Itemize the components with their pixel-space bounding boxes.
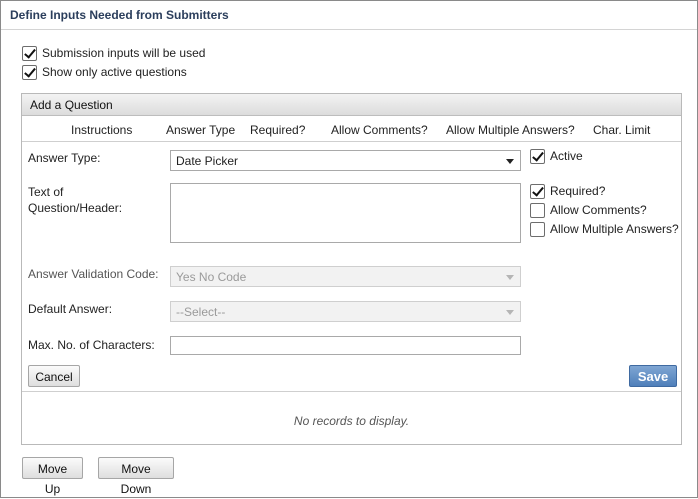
default-answer-select: --Select-- — [170, 301, 521, 322]
show-active-checkbox[interactable] — [22, 65, 37, 80]
default-answer-value: --Select-- — [176, 305, 226, 319]
active-checkbox[interactable] — [530, 149, 545, 164]
panel-header: Add a Question — [22, 94, 681, 116]
define-inputs-window: Define Inputs Needed from Submitters Sub… — [0, 0, 698, 498]
question-text-label: Text of Question/Header: — [28, 184, 122, 216]
answer-type-value: Date Picker — [176, 154, 239, 168]
column-char-limit[interactable]: Char. Limit — [593, 123, 650, 137]
submission-inputs-checkbox[interactable] — [22, 46, 37, 61]
chevron-down-icon — [506, 310, 514, 315]
answer-type-select[interactable]: Date Picker — [170, 150, 521, 171]
validation-code-label: Answer Validation Code: — [28, 267, 159, 281]
add-question-panel: Add a Question Instructions Answer Type … — [21, 93, 682, 445]
validation-code-value: Yes No Code — [176, 270, 247, 284]
submission-inputs-label: Submission inputs will be used — [42, 46, 206, 60]
question-text-label-line2: Question/Header: — [28, 201, 123, 215]
default-answer-label: Default Answer: — [28, 302, 113, 316]
column-answer-type[interactable]: Answer Type — [166, 123, 235, 137]
move-up-button[interactable]: Move Up — [22, 457, 83, 496]
column-instructions[interactable]: Instructions — [71, 123, 132, 137]
cancel-button[interactable]: Cancel — [28, 365, 80, 387]
panel-header-title: Add a Question — [30, 98, 113, 112]
column-allow-multiple[interactable]: Allow Multiple Answers? — [446, 123, 575, 137]
column-allow-comments[interactable]: Allow Comments? — [331, 123, 428, 137]
allow-comments-label: Allow Comments? — [550, 203, 647, 217]
records-divider — [22, 391, 681, 392]
max-chars-label: Max. No. of Characters: — [28, 338, 155, 352]
empty-records-message: No records to display. — [293, 414, 410, 428]
allow-multiple-checkbox[interactable] — [530, 222, 545, 237]
question-text-textarea[interactable] — [170, 183, 521, 243]
max-chars-input[interactable] — [170, 336, 521, 355]
column-header-row: Instructions Answer Type Required? Allow… — [22, 117, 681, 142]
active-label: Active — [550, 149, 583, 163]
required-checkbox[interactable] — [530, 184, 545, 199]
question-text-label-line1: Text of — [28, 185, 64, 199]
validation-code-select: Yes No Code — [170, 266, 521, 287]
chevron-down-icon — [506, 159, 514, 164]
required-label: Required? — [550, 184, 606, 198]
title-divider — [1, 29, 697, 30]
save-button[interactable]: Save — [629, 365, 677, 387]
answer-type-label: Answer Type: — [28, 151, 101, 165]
chevron-down-icon — [506, 275, 514, 280]
allow-comments-checkbox[interactable] — [530, 203, 545, 218]
show-active-label: Show only active questions — [42, 65, 187, 79]
page-title: Define Inputs Needed from Submitters — [10, 8, 229, 22]
allow-multiple-label: Allow Multiple Answers? — [550, 222, 679, 236]
move-down-button[interactable]: Move Down — [98, 457, 174, 496]
column-required[interactable]: Required? — [250, 123, 305, 137]
